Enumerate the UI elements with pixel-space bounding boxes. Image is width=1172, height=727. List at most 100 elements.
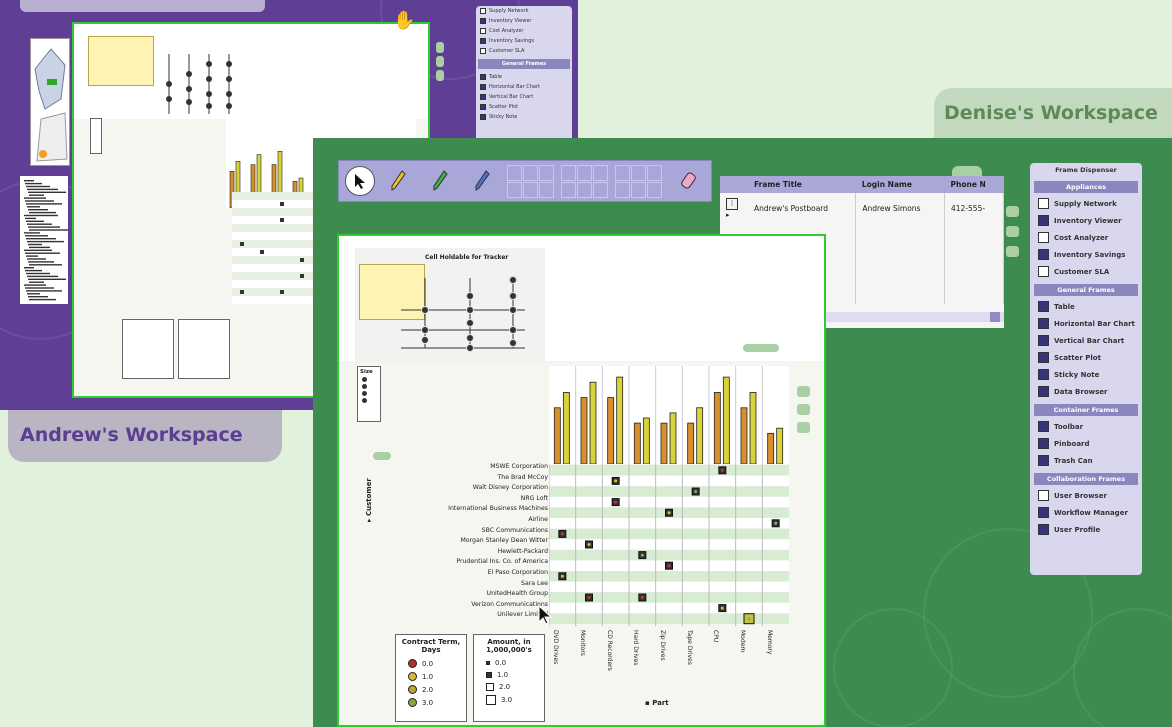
eraser-button[interactable] bbox=[675, 166, 705, 196]
dispenser-item[interactable]: Data Browser bbox=[1030, 383, 1142, 400]
toolbar-slot[interactable] bbox=[631, 182, 646, 198]
toolbar-slot[interactable] bbox=[647, 182, 662, 198]
col-header-frame-title[interactable]: Frame Title bbox=[748, 176, 856, 193]
text-line bbox=[24, 284, 46, 286]
amount-legend-label: 1.0 bbox=[497, 671, 509, 679]
toolbar-slot[interactable] bbox=[523, 165, 538, 181]
green-pen-button[interactable] bbox=[425, 166, 455, 196]
scatter-point bbox=[509, 292, 517, 300]
andrew-scatter-plot[interactable] bbox=[114, 34, 234, 124]
dispenser-item[interactable]: User Browser bbox=[1030, 487, 1142, 504]
toolbar[interactable] bbox=[338, 160, 712, 202]
scroll-right-icon[interactable] bbox=[990, 312, 1000, 322]
dispenser-item-icon bbox=[1038, 335, 1049, 346]
document-thumbnail[interactable] bbox=[20, 176, 68, 304]
dispenser-item[interactable]: Workflow Manager bbox=[1030, 504, 1142, 521]
bar-chart[interactable] bbox=[549, 366, 789, 464]
andrew-matrix-marker bbox=[260, 250, 264, 254]
dispenser-item[interactable]: Scatter Plot bbox=[1030, 349, 1142, 366]
frame-dispenser[interactable]: Frame Dispenser Appliances Supply Network… bbox=[1030, 163, 1142, 575]
bar bbox=[553, 407, 561, 464]
dispenser-item[interactable]: Vertical Bar Chart bbox=[1030, 332, 1142, 349]
toolbar-slot[interactable] bbox=[561, 165, 576, 181]
toolbar-slot[interactable] bbox=[577, 182, 592, 198]
dispenser-item[interactable]: Horizontal Bar Chart bbox=[1030, 315, 1142, 332]
matrix-cell-dot bbox=[587, 543, 591, 546]
yellow-pen-button[interactable] bbox=[383, 166, 413, 196]
window-tab[interactable] bbox=[743, 344, 779, 352]
part-label: Zip Drives bbox=[659, 630, 666, 661]
dispenser-item[interactable]: Pinboard bbox=[1030, 435, 1142, 452]
toolbar-slot[interactable] bbox=[647, 165, 662, 181]
andrew-dispenser-item[interactable]: Sticky Note bbox=[476, 112, 572, 122]
dispenser-item[interactable]: Inventory Viewer bbox=[1030, 212, 1142, 229]
dispenser-item[interactable]: Supply Network bbox=[1030, 195, 1142, 212]
dispenser-item[interactable]: Customer SLA bbox=[1030, 263, 1142, 280]
inventory-viewer-window[interactable]: Cell Holdable for Tracker Size MSWE Corp… bbox=[337, 234, 826, 727]
table-row[interactable]: ⁝ ▸ Andrew's Postboard Andrew Simons 412… bbox=[720, 193, 1004, 224]
andrew-dispenser-item[interactable]: Supply Network bbox=[476, 6, 572, 16]
col-header-login-name[interactable]: Login Name bbox=[855, 176, 945, 193]
table-side-button[interactable] bbox=[1006, 206, 1019, 217]
toolbar-slot[interactable] bbox=[539, 182, 554, 198]
dispenser-item[interactable]: Table bbox=[1030, 298, 1142, 315]
andrew-dispenser-item[interactable]: Inventory Savings bbox=[476, 36, 572, 46]
dispenser-item[interactable]: User Profile bbox=[1030, 521, 1142, 538]
col-header-phone[interactable]: Phone N bbox=[944, 176, 1004, 193]
andrew-scatter-point bbox=[186, 99, 192, 105]
dispenser-item[interactable]: Trash Can bbox=[1030, 452, 1142, 469]
andrew-side-buttons[interactable] bbox=[436, 42, 444, 82]
bar bbox=[767, 432, 775, 464]
matrix-cell-dot bbox=[560, 532, 564, 536]
window-side-button[interactable] bbox=[797, 386, 810, 397]
toolbar-slot[interactable] bbox=[507, 165, 522, 181]
matrix-grid[interactable] bbox=[549, 464, 789, 626]
toolbar-slot[interactable] bbox=[615, 182, 630, 198]
table-side-button[interactable] bbox=[1006, 246, 1019, 257]
andrew-dispenser-item[interactable]: Scatter Plot bbox=[476, 102, 572, 112]
andrew-dispenser-item[interactable]: Vertical Bar Chart bbox=[476, 92, 572, 102]
dispenser-item[interactable]: Inventory Savings bbox=[1030, 246, 1142, 263]
toolbar-slot[interactable] bbox=[593, 165, 608, 181]
bar bbox=[669, 412, 677, 464]
toolbar-slot[interactable] bbox=[577, 165, 592, 181]
contract-legend-item: 1.0 bbox=[396, 670, 466, 683]
toolbar-slot[interactable] bbox=[561, 182, 576, 198]
window-tab[interactable] bbox=[373, 452, 391, 460]
andrew-dispenser-item[interactable]: Horizontal Bar Chart bbox=[476, 82, 572, 92]
andrew-dispenser-item-label: Sticky Note bbox=[489, 114, 518, 120]
scatter-frame[interactable]: Cell Holdable for Tracker bbox=[355, 248, 545, 363]
toolbar-slot[interactable] bbox=[615, 165, 630, 181]
blue-pen-button[interactable] bbox=[467, 166, 497, 196]
andrew-dispenser-item[interactable]: Inventory Viewer bbox=[476, 16, 572, 26]
toolbar-empty-slots[interactable] bbox=[507, 161, 667, 203]
toolbar-slot[interactable] bbox=[539, 165, 554, 181]
x-axis-label: ▪ Part bbox=[645, 699, 669, 707]
text-line bbox=[26, 290, 62, 292]
andrew-dispenser-item[interactable]: Table bbox=[476, 72, 572, 82]
andrew-dispenser-item[interactable]: Cost Analyzer bbox=[476, 26, 572, 36]
dispenser-item-label: Vertical Bar Chart bbox=[1054, 336, 1125, 345]
dispenser-item[interactable]: Sticky Note bbox=[1030, 366, 1142, 383]
map-thumbnail[interactable] bbox=[30, 38, 70, 166]
contract-legend-label: 2.0 bbox=[422, 685, 434, 694]
dispenser-item[interactable]: Cost Analyzer bbox=[1030, 229, 1142, 246]
text-line bbox=[27, 258, 46, 260]
window-side-button[interactable] bbox=[797, 422, 810, 433]
window-side-button[interactable] bbox=[797, 404, 810, 415]
row-icon[interactable]: ⁝ bbox=[726, 198, 738, 210]
table-frame-tab[interactable] bbox=[952, 166, 982, 176]
toolbar-slot[interactable] bbox=[593, 182, 608, 198]
scatter-plot[interactable] bbox=[395, 268, 545, 368]
table-side-button[interactable] bbox=[1006, 226, 1019, 237]
toolbar-slot[interactable] bbox=[507, 182, 522, 198]
table-scrollbar[interactable] bbox=[826, 312, 1004, 322]
toolbar-slot[interactable] bbox=[523, 182, 538, 198]
andrew-frame-dispenser[interactable]: Supply Network Inventory Viewer Cost Analy… bbox=[476, 6, 572, 146]
row-expand-icon[interactable]: ▸ bbox=[726, 211, 730, 219]
contract-legend-title: Contract Term, Days bbox=[401, 638, 461, 654]
andrew-dispenser-item[interactable]: Customer SLA bbox=[476, 46, 572, 56]
toolbar-slot[interactable] bbox=[631, 165, 646, 181]
dispenser-item[interactable]: Toolbar bbox=[1030, 418, 1142, 435]
pointer-tool-button[interactable] bbox=[345, 166, 375, 196]
